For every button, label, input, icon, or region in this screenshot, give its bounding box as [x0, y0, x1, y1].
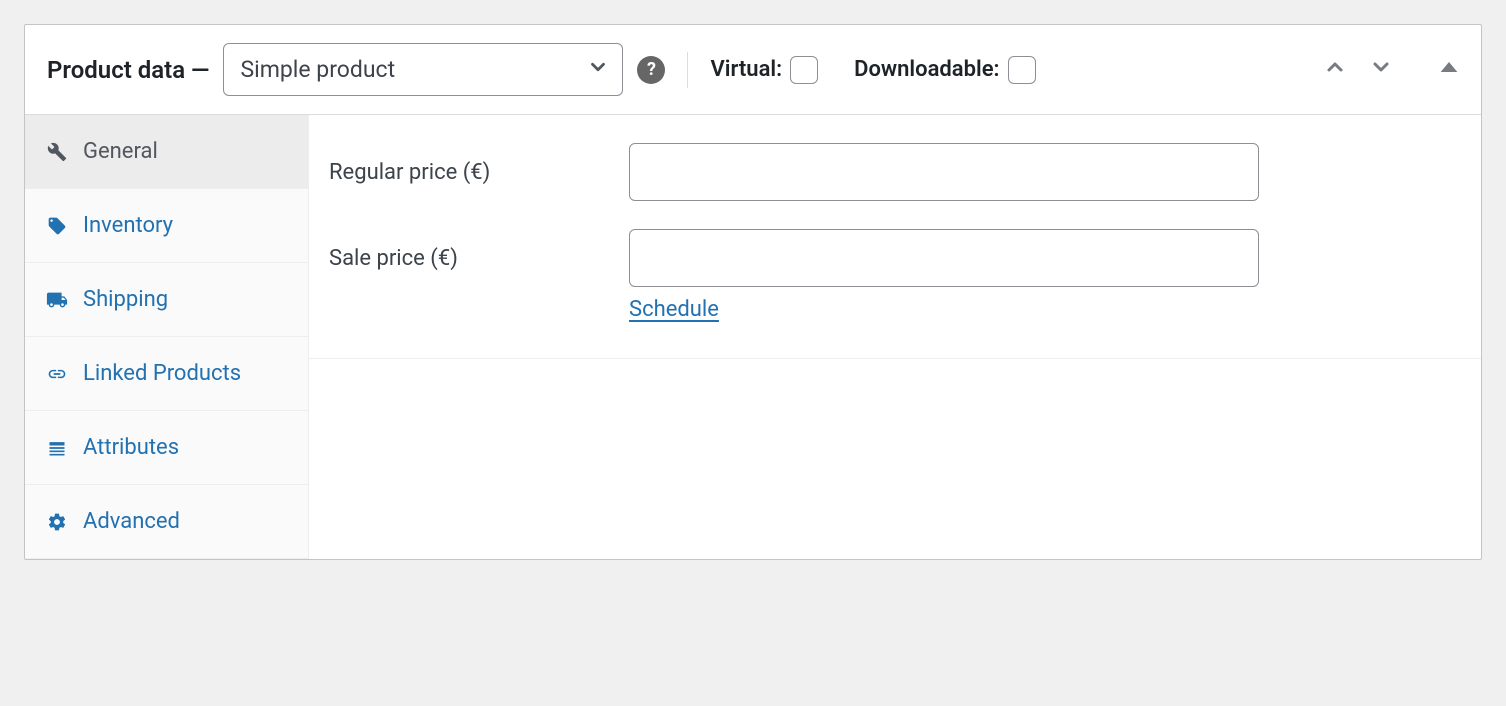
downloadable-checkbox[interactable] — [1008, 56, 1036, 84]
panel-body: General Inventory Shipping Linked Produc… — [25, 115, 1481, 559]
product-type-select[interactable]: Simple product — [223, 43, 623, 96]
tab-general[interactable]: General — [25, 115, 308, 189]
wrench-icon — [45, 140, 69, 164]
tab-inventory[interactable]: Inventory — [25, 189, 308, 263]
sale-price-row: Sale price (€) — [329, 229, 1461, 287]
tab-label: Advanced — [83, 509, 288, 534]
virtual-checkbox[interactable] — [790, 56, 818, 84]
toggle-panel-icon[interactable] — [1439, 57, 1459, 83]
downloadable-label: Downloadable: — [854, 57, 999, 82]
panel-header: Product data — Simple product ? Virtual:… — [25, 25, 1481, 115]
sale-price-label: Sale price (€) — [329, 246, 609, 271]
tab-label: Inventory — [83, 213, 288, 238]
tab-label: Shipping — [83, 287, 288, 312]
panel-title: Product data — — [47, 56, 209, 84]
tab-label: Linked Products — [83, 361, 288, 386]
tab-linked-products[interactable]: Linked Products — [25, 337, 308, 411]
help-icon[interactable]: ? — [637, 56, 665, 84]
move-up-icon[interactable] — [1323, 55, 1347, 85]
regular-price-label: Regular price (€) — [329, 160, 609, 185]
tag-icon — [45, 214, 69, 238]
pricing-block: Regular price (€) Sale price (€) Schedul… — [309, 115, 1481, 359]
virtual-label: Virtual: — [710, 57, 782, 82]
regular-price-input[interactable] — [629, 143, 1259, 201]
content-general: Regular price (€) Sale price (€) Schedul… — [309, 115, 1481, 559]
tab-label: General — [83, 139, 288, 164]
schedule-row: Schedule — [629, 297, 1461, 322]
tab-attributes[interactable]: Attributes — [25, 411, 308, 485]
truck-icon — [45, 288, 69, 312]
regular-price-row: Regular price (€) — [329, 143, 1461, 201]
product-data-panel: Product data — Simple product ? Virtual:… — [24, 24, 1482, 560]
link-icon — [45, 362, 69, 386]
tab-shipping[interactable]: Shipping — [25, 263, 308, 337]
gear-icon — [45, 510, 69, 534]
sidebar: General Inventory Shipping Linked Produc… — [25, 115, 309, 559]
downloadable-checkbox-group[interactable]: Downloadable: — [854, 56, 1035, 84]
tab-advanced[interactable]: Advanced — [25, 485, 308, 559]
schedule-link[interactable]: Schedule — [629, 297, 719, 322]
virtual-checkbox-group[interactable]: Virtual: — [710, 56, 818, 84]
panel-controls — [1323, 55, 1459, 85]
separator — [687, 52, 688, 88]
list-icon — [45, 436, 69, 460]
move-down-icon[interactable] — [1369, 55, 1393, 85]
sale-price-input[interactable] — [629, 229, 1259, 287]
tab-label: Attributes — [83, 435, 288, 460]
